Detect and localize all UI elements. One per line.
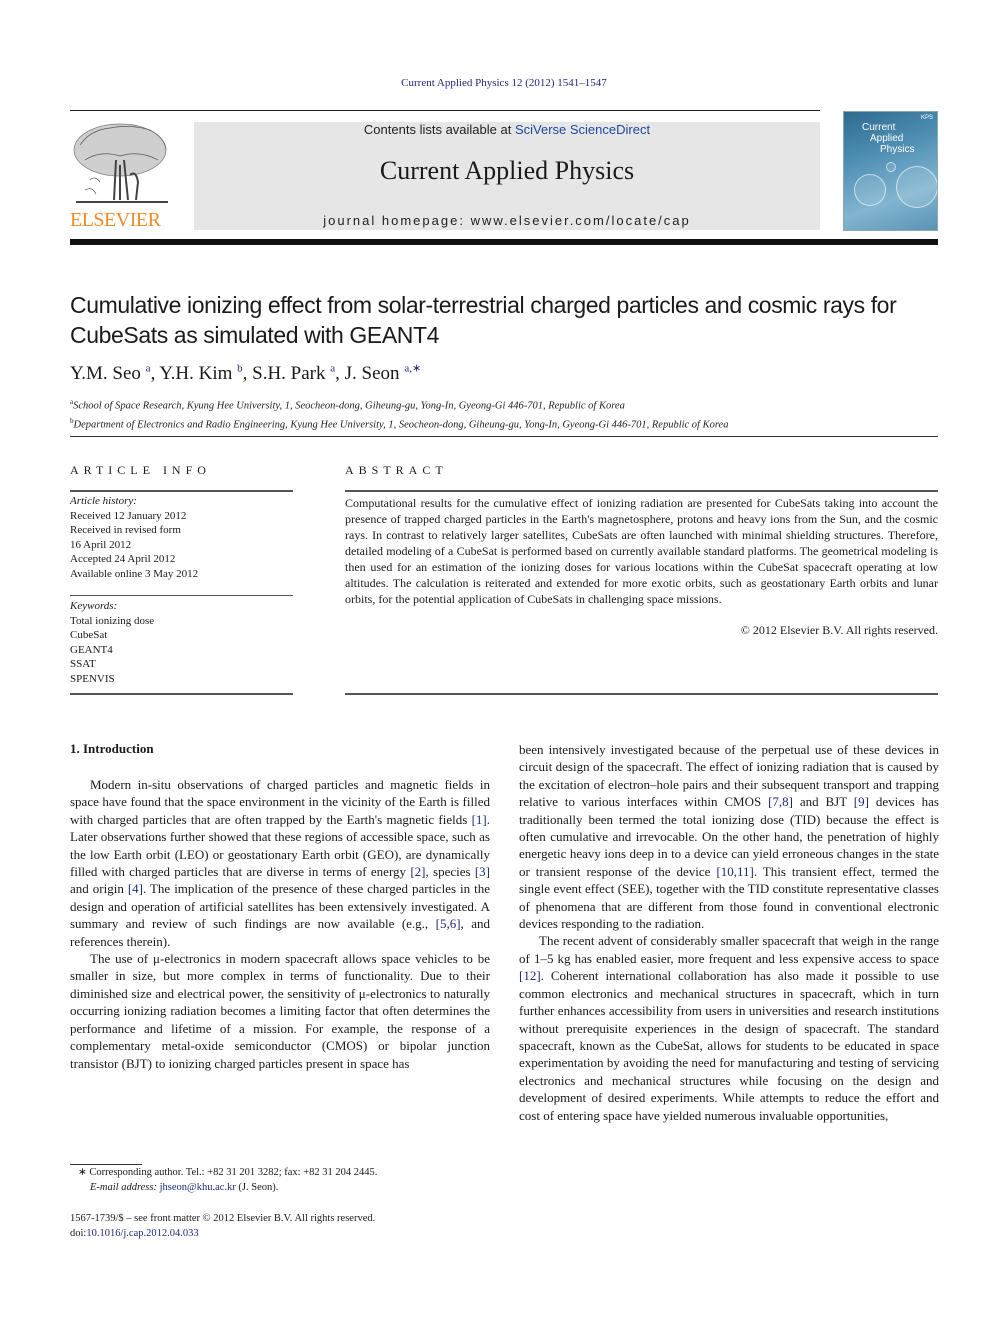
paragraph: The recent advent of considerably smalle… (519, 932, 939, 1123)
affiliations: aSchool of Space Research, Kyung Hee Uni… (70, 395, 728, 432)
elsevier-tree-icon (73, 123, 168, 203)
citation-link[interactable]: [10,11] (716, 864, 753, 879)
elsevier-wordmark: ELSEVIER (70, 209, 161, 231)
keywords: Keywords: Total ionizing dose CubeSat GE… (70, 599, 293, 686)
citation-link[interactable]: [3] (475, 864, 490, 879)
paragraph-text: The recent advent of considerably smalle… (519, 933, 939, 966)
author[interactable]: J. Seon a,∗ (345, 363, 422, 384)
citation-link[interactable]: [7,8] (768, 794, 793, 809)
author-list: Y.M. Seo a, Y.H. Kim b, S.H. Park a, J. … (70, 362, 421, 385)
article-info-heading: ARTICLE INFO (70, 463, 211, 477)
contents-line: Contents lists available at SciVerse Sci… (363, 122, 651, 137)
history-item: Available online 3 May 2012 (70, 567, 199, 580)
keyword: GEANT4 (70, 643, 113, 656)
keyword: Total ionizing dose (70, 614, 155, 627)
journal-citation-link[interactable]: Current Applied Physics 12 (2012) 1541–1… (0, 77, 992, 89)
history-item: Accepted 24 April 2012 (70, 553, 176, 565)
citation-link[interactable]: [5,6] (436, 916, 461, 931)
citation-link[interactable]: [12] (519, 968, 541, 983)
journal-masthead: Contents lists available at SciVerse Sci… (194, 122, 820, 230)
cover-bubble (886, 162, 896, 172)
journal-cover-image[interactable]: KPS Current Applied Physics (843, 111, 938, 231)
cover-bubble (896, 166, 937, 208)
header-thick-rule (70, 239, 938, 245)
paragraph: been intensively investigated because of… (519, 741, 939, 932)
journal-homepage: journal homepage: www.elsevier.com/locat… (323, 213, 691, 228)
citation-link[interactable]: [1] (472, 812, 487, 827)
history-item: Received 12 January 2012 (70, 509, 187, 522)
section-heading-introduction: 1. Introduction (70, 741, 154, 756)
citation-link[interactable]: [9] (854, 794, 869, 809)
citation-link[interactable]: [2] (410, 864, 425, 879)
author[interactable]: Y.M. Seo a, (70, 363, 159, 384)
paragraph-text: , species (425, 864, 475, 880)
body-column-left: Modern in-situ observations of charged p… (70, 776, 490, 1072)
keyword: CubeSat (70, 629, 108, 641)
paragraph-text: . Coherent international collaboration h… (519, 968, 939, 1123)
paragraph-text: and origin (70, 881, 128, 897)
article-info-rule (70, 595, 293, 596)
author[interactable]: Y.H. Kim b, (159, 363, 252, 384)
keyword: SPENVIS (70, 672, 115, 685)
title-rule (70, 436, 938, 437)
paragraph: Modern in-situ observations of charged p… (70, 776, 490, 950)
author[interactable]: S.H. Park a, (252, 363, 345, 384)
history-item: Received in revised form (70, 524, 181, 536)
paragraph-text: Modern in-situ observations of charged p… (70, 777, 490, 827)
cover-title: Current Applied Physics (862, 122, 915, 155)
cover-bubble (854, 174, 886, 206)
cover-badge: KPS (920, 115, 933, 121)
abstract-rule (345, 693, 938, 695)
article-info-rule (70, 693, 293, 695)
abstract-rule (345, 490, 938, 492)
article-title: Cumulative ionizing effect from solar-te… (70, 292, 897, 348)
article-history: Article history: Received 12 January 201… (70, 494, 293, 581)
elsevier-logo[interactable]: ELSEVIER (70, 120, 172, 232)
paragraph: The use of μ-electronics in modern space… (70, 950, 490, 1072)
doi-link[interactable]: 10.1016/j.cap.2012.04.033 (86, 1228, 198, 1239)
keyword: SSAT (70, 658, 96, 670)
abstract-copyright: © 2012 Elsevier B.V. All rights reserved… (740, 623, 938, 637)
issn-line: 1567-1739/$ – see front matter © 2012 El… (70, 1213, 376, 1224)
citation-link[interactable]: [4] (128, 881, 143, 896)
header-rule (70, 110, 820, 111)
affiliation: aSchool of Space Research, Kyung Hee Uni… (70, 398, 625, 412)
abstract-heading: ABSTRACT (345, 463, 448, 477)
history-item: 16 April 2012 (70, 538, 132, 551)
article-info-rule (70, 490, 293, 492)
body-column-right: been intensively investigated because of… (519, 741, 939, 1124)
homepage-url-link[interactable]: www.elsevier.com/locate/cap (471, 213, 691, 228)
corresponding-author-footnote: ∗ Corresponding author. Tel.: +82 31 201… (78, 1167, 378, 1193)
sciencedirect-link[interactable]: SciVerse ScienceDirect (515, 122, 650, 137)
email-link[interactable]: jhseon@khu.ac.kr (160, 1182, 236, 1193)
paragraph-text: The use of μ-electronics in modern space… (70, 951, 490, 1071)
affiliation: bDepartment of Electronics and Radio Eng… (70, 416, 729, 431)
paragraph-text: and BJT (793, 794, 854, 810)
abstract-text: Computational results for the cumulative… (345, 496, 938, 606)
history-label: Article history: (70, 495, 137, 507)
journal-name: Current Applied Physics (379, 156, 635, 185)
issn-doi: 1567-1739/$ – see front matter © 2012 El… (70, 1213, 376, 1239)
keywords-label: Keywords: (70, 600, 118, 612)
